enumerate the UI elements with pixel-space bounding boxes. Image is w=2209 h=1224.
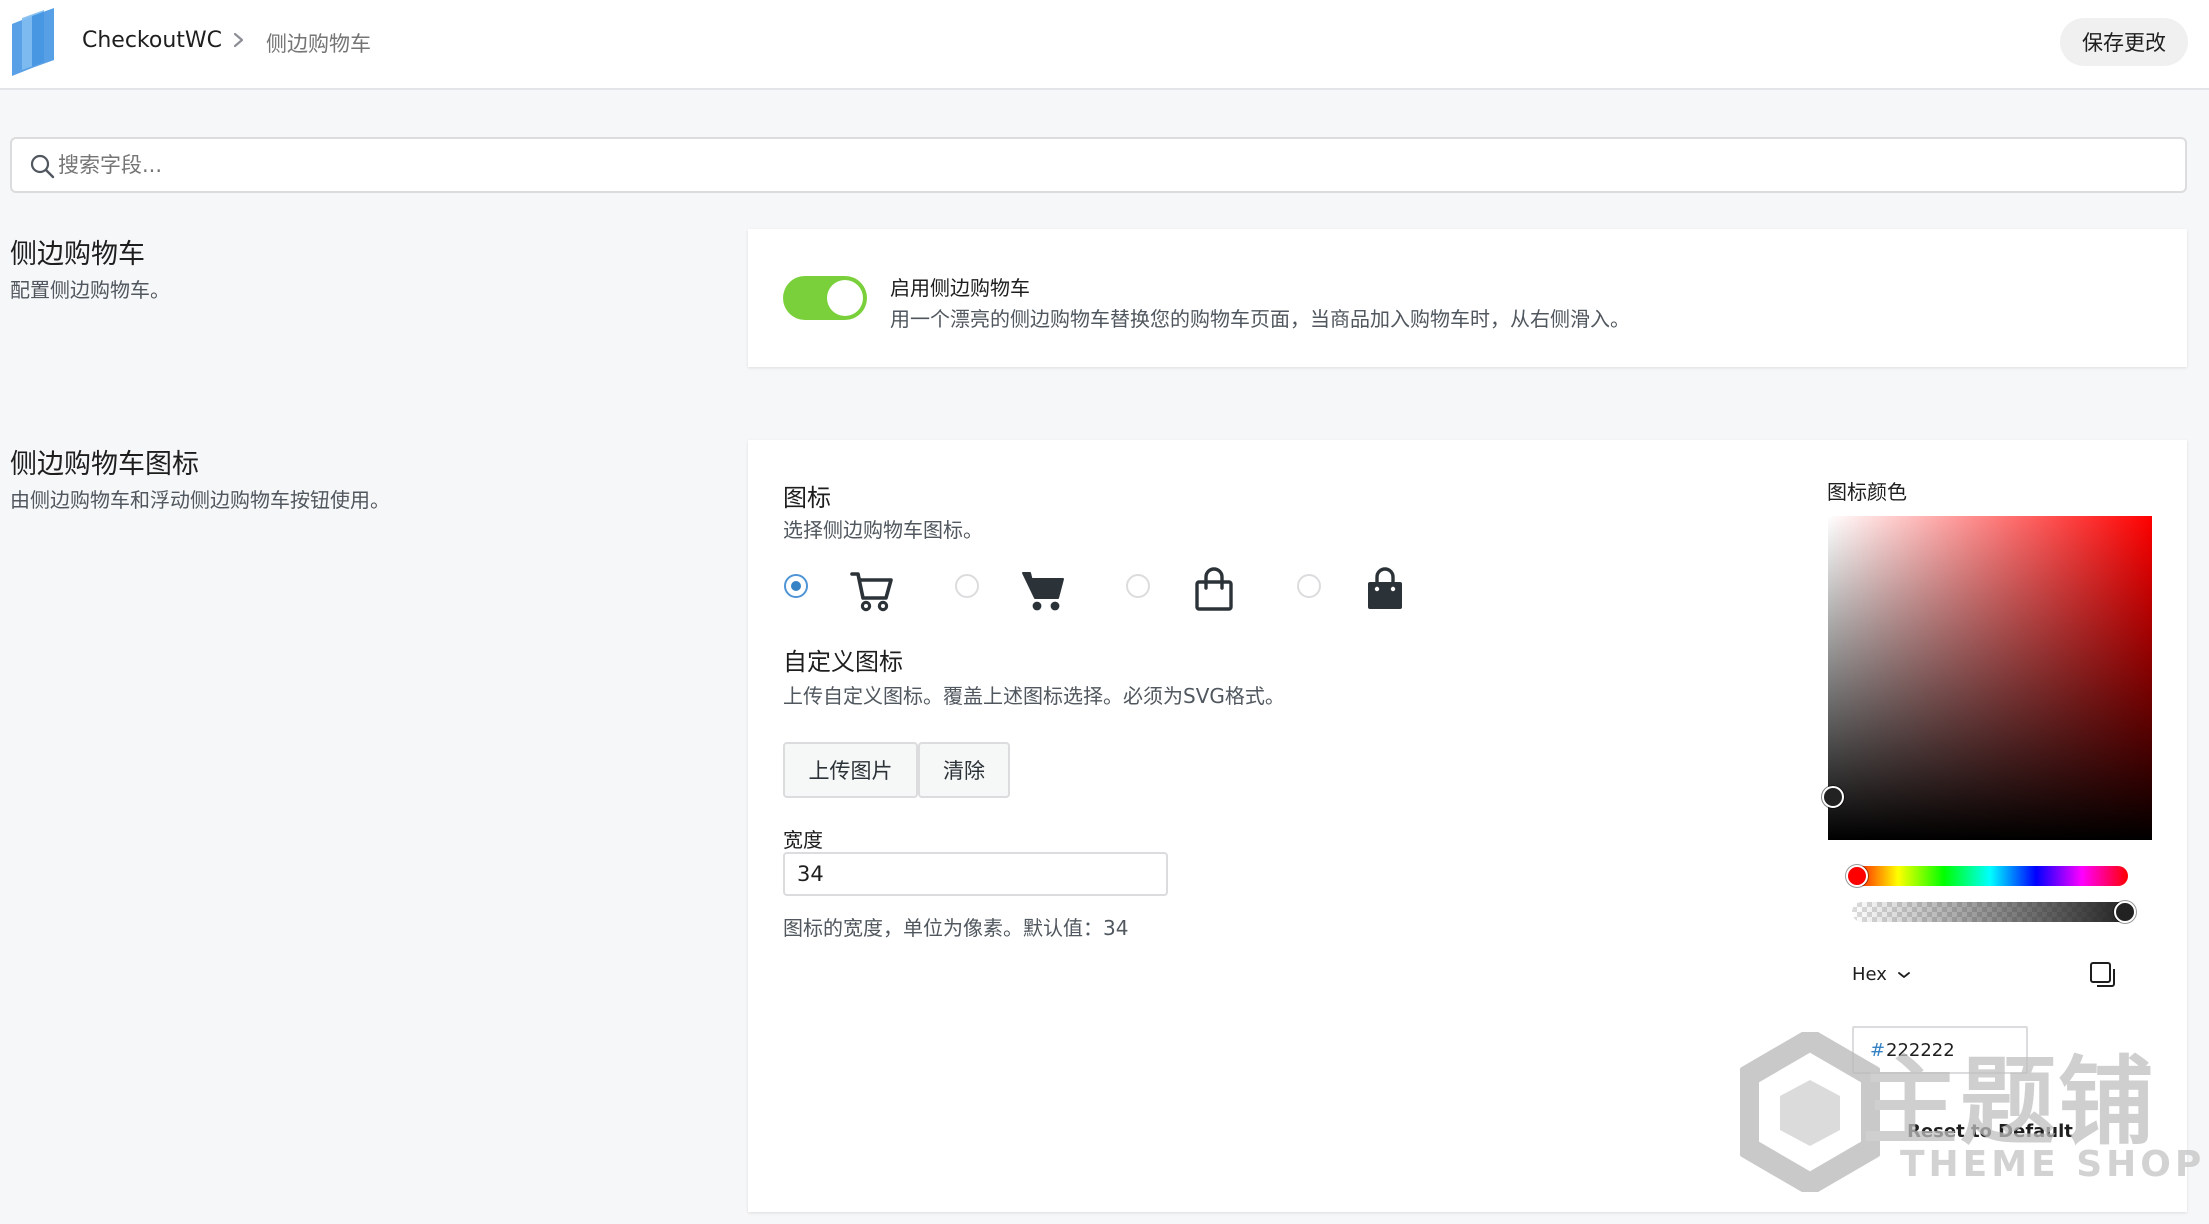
alpha-slider[interactable] (1852, 901, 2136, 923)
clear-button[interactable]: 清除 (918, 742, 1010, 798)
icon-color-label: 图标颜色 (1827, 480, 1907, 504)
width-input[interactable] (783, 852, 1168, 896)
icon-option-radio[interactable] (1297, 574, 1321, 598)
width-help: 图标的宽度，单位为像素。默认值：34 (783, 916, 1129, 940)
icon-option-radio[interactable] (784, 574, 808, 598)
icon-field-label: 图标 (783, 484, 831, 512)
hex-input[interactable] (1886, 1028, 2024, 1072)
top-bar: CheckoutWC 侧边购物车 保存更改 (0, 0, 2209, 90)
side-cart-section-title: 侧边购物车 (10, 239, 145, 270)
checkoutwc-logo (12, 8, 54, 76)
hue-slider[interactable] (1846, 865, 2128, 887)
bag-outline-icon[interactable] (1190, 566, 1238, 614)
hex-value-field[interactable]: # (1852, 1026, 2028, 1074)
side-cart-settings-card: 启用侧边购物车 用一个漂亮的侧边购物车替换您的购物车页面，当商品加入购物车时，从… (748, 229, 2187, 367)
upload-image-button[interactable]: 上传图片 (783, 742, 918, 798)
brand-name[interactable]: CheckoutWC (82, 28, 222, 53)
color-format-value: Hex (1852, 964, 1887, 985)
side-cart-section-description: 配置侧边购物车。 (10, 278, 170, 302)
side-cart-icon-card: 图标 选择侧边购物车图标。 自定义图标 上传自定义图标。覆盖上述图标选择。必须为… (748, 440, 2187, 1212)
color-pointer[interactable] (1822, 786, 1844, 808)
custom-icon-help: 上传自定义图标。覆盖上述图标选择。必须为SVG格式。 (783, 684, 1285, 708)
enable-side-cart-toggle[interactable] (783, 276, 867, 320)
width-label: 宽度 (783, 828, 823, 852)
cart-outline-icon[interactable] (848, 566, 896, 614)
search-field[interactable] (10, 137, 2187, 193)
toggle-knob (827, 280, 863, 316)
enable-side-cart-label: 启用侧边购物车 (890, 276, 1030, 300)
side-cart-icon-section-description: 由侧边购物车和浮动侧边购物车按钮使用。 (10, 488, 390, 512)
icon-field-help: 选择侧边购物车图标。 (783, 518, 983, 542)
enable-side-cart-description: 用一个漂亮的侧边购物车替换您的购物车页面，当商品加入购物车时，从右侧滑入。 (890, 307, 1630, 331)
chevron-right-icon (233, 32, 244, 48)
copy-icon[interactable] (2088, 960, 2118, 990)
save-changes-button[interactable]: 保存更改 (2060, 18, 2188, 66)
search-icon (30, 154, 55, 179)
color-saturation-area[interactable] (1822, 516, 2152, 840)
search-input[interactable] (58, 139, 2158, 191)
hue-slider-handle[interactable] (1846, 865, 1868, 887)
hex-prefix: # (1870, 1040, 1886, 1061)
custom-icon-label: 自定义图标 (783, 648, 903, 676)
cart-solid-icon[interactable] (1019, 566, 1067, 614)
color-format-select[interactable]: Hex (1852, 964, 1911, 985)
chevron-down-icon (1898, 972, 1910, 978)
side-cart-icon-section-title: 侧边购物车图标 (10, 449, 199, 480)
breadcrumb-current: 侧边购物车 (266, 32, 371, 56)
icon-option-radio[interactable] (1126, 574, 1150, 598)
bag-solid-icon[interactable] (1361, 566, 1409, 614)
reset-to-default-button[interactable]: Reset to Default (1828, 1112, 2152, 1150)
alpha-slider-handle[interactable] (2114, 901, 2136, 923)
icon-option-radio[interactable] (955, 574, 979, 598)
